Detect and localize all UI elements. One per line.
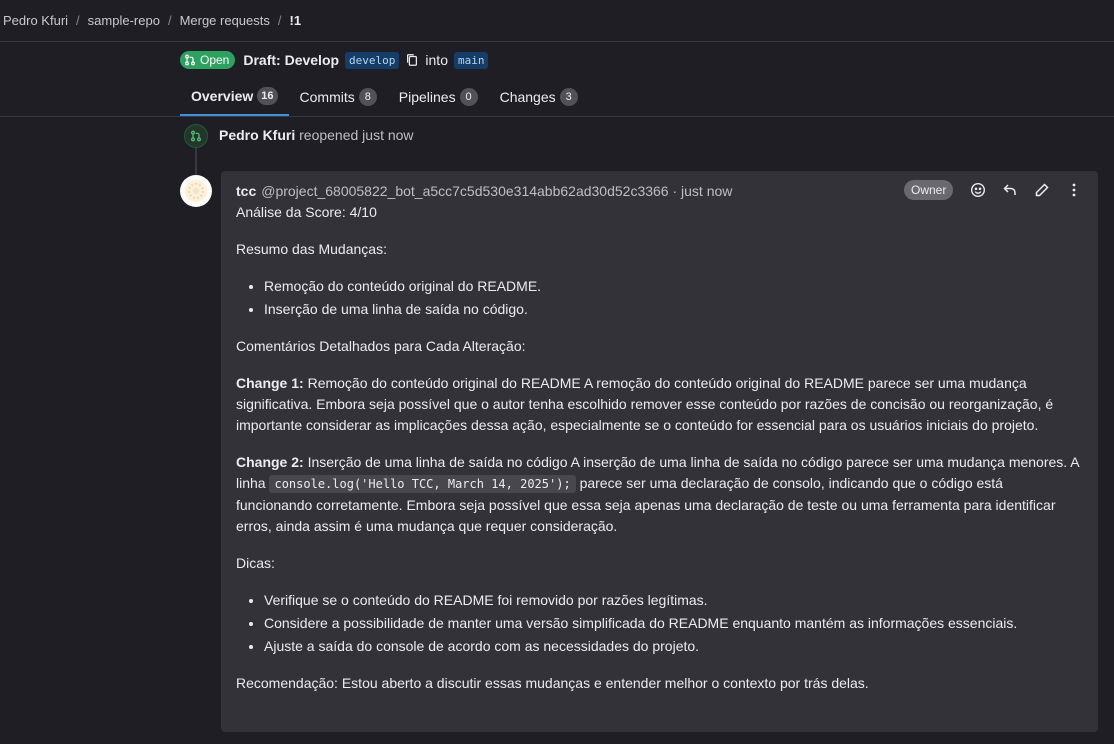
emoji-icon xyxy=(970,182,986,198)
summary-heading: Resumo das Mudanças: xyxy=(236,241,387,257)
edit-icon xyxy=(1035,183,1049,197)
comment: tcc @project_68005822_bot_a5cc7c5d530e31… xyxy=(221,171,1098,732)
role-badge: Owner xyxy=(904,180,954,200)
tab-count: 16 xyxy=(257,87,278,105)
summary-list: Remoção do conteúdo original do README. … xyxy=(236,276,1083,320)
breadcrumb-merge-requests[interactable]: Merge requests xyxy=(180,13,270,28)
edit-button[interactable] xyxy=(1032,180,1052,200)
more-actions-button[interactable] xyxy=(1064,180,1084,200)
tab-count: 0 xyxy=(459,88,478,106)
tips-list: Verifique se o conteúdo do README foi re… xyxy=(236,590,1083,657)
breadcrumb-repo[interactable]: sample-repo xyxy=(88,13,160,28)
comment-header: tcc @project_68005822_bot_a5cc7c5d530e31… xyxy=(236,182,1083,200)
change-2-label: Change 2: xyxy=(236,454,304,470)
copy-icon[interactable] xyxy=(405,53,419,67)
page-title: Draft: Develop xyxy=(243,52,340,68)
change-1-label: Change 1: xyxy=(236,375,304,391)
tab-label: Commits xyxy=(299,89,355,105)
tab-commits[interactable]: Commits 8 xyxy=(289,78,388,116)
tab-changes[interactable]: Changes 3 xyxy=(489,78,589,116)
avatar[interactable] xyxy=(180,175,212,207)
more-icon xyxy=(1072,183,1076,197)
comments-heading: Comentários Detalhados para Cada Alteraç… xyxy=(236,338,526,354)
comment-author[interactable]: tcc xyxy=(236,181,256,202)
tab-pipelines[interactable]: Pipelines 0 xyxy=(388,78,489,116)
source-branch[interactable]: develop xyxy=(345,51,400,69)
recommendation: Recomendação: Estou aberto a discutir es… xyxy=(236,675,869,691)
breadcrumb-current[interactable]: !1 xyxy=(290,13,302,28)
system-note: Pedro Kfuri reopened just now xyxy=(219,127,414,143)
reply-icon xyxy=(1003,184,1016,195)
merge-request-icon xyxy=(185,54,195,66)
mr-tabs: Overview 16 Commits 8 Pipelines 0 Change… xyxy=(180,78,589,116)
into-label: into xyxy=(425,52,448,68)
status-badge: Open xyxy=(180,51,236,69)
reopen-event xyxy=(184,124,208,148)
tips-heading: Dicas: xyxy=(236,555,275,571)
tab-label: Changes xyxy=(499,89,556,105)
breadcrumb-user[interactable]: Pedro Kfuri xyxy=(3,13,68,28)
event-author[interactable]: Pedro Kfuri xyxy=(219,127,295,143)
change-1-text: Remoção do conteúdo original do README A… xyxy=(236,375,1054,433)
mr-title-bar: Open Draft: Develop develop into main xyxy=(180,50,489,70)
comment-handle: @project_68005822_bot_a5cc7c5d530e314abb… xyxy=(261,182,733,199)
reply-button[interactable] xyxy=(1000,180,1020,200)
inline-code: console.log('Hello TCC, March 14, 2025')… xyxy=(269,475,576,493)
add-reaction-button[interactable] xyxy=(968,180,988,200)
score-line: Análise da Score: 4/10 xyxy=(236,204,377,220)
breadcrumb-separator: / xyxy=(277,13,282,28)
list-item: Ajuste a saída do console de acordo com … xyxy=(264,636,1083,657)
tab-label: Pipelines xyxy=(398,89,456,105)
event-description: reopened just now xyxy=(299,127,414,143)
comment-body: Análise da Score: 4/10 Resumo das Mudanç… xyxy=(236,202,1083,694)
divider xyxy=(0,116,1114,117)
avatar-icon xyxy=(185,180,207,202)
change-2: Change 2: Inserção de uma linha de saída… xyxy=(236,452,1083,537)
reopen-icon xyxy=(190,130,202,142)
status-text: Open xyxy=(200,53,230,67)
breadcrumb-separator: / xyxy=(167,13,172,28)
tab-overview[interactable]: Overview 16 xyxy=(180,78,289,116)
list-item: Inserção de uma linha de saída no código… xyxy=(264,299,1083,320)
breadcrumb: Pedro Kfuri / sample-repo / Merge reques… xyxy=(0,0,1114,42)
tab-label: Overview xyxy=(191,88,254,104)
list-item: Considere a possibilidade de manter uma … xyxy=(264,613,1083,634)
breadcrumb-separator: / xyxy=(76,13,80,28)
list-item: Remoção do conteúdo original do README. xyxy=(264,276,1083,297)
comment-actions xyxy=(968,180,1084,200)
target-branch[interactable]: main xyxy=(453,51,489,69)
tab-count: 8 xyxy=(358,88,377,106)
change-1: Change 1: Remoção do conteúdo original d… xyxy=(236,373,1083,436)
list-item: Verifique se o conteúdo do README foi re… xyxy=(264,590,1083,611)
tab-count: 3 xyxy=(559,88,578,106)
